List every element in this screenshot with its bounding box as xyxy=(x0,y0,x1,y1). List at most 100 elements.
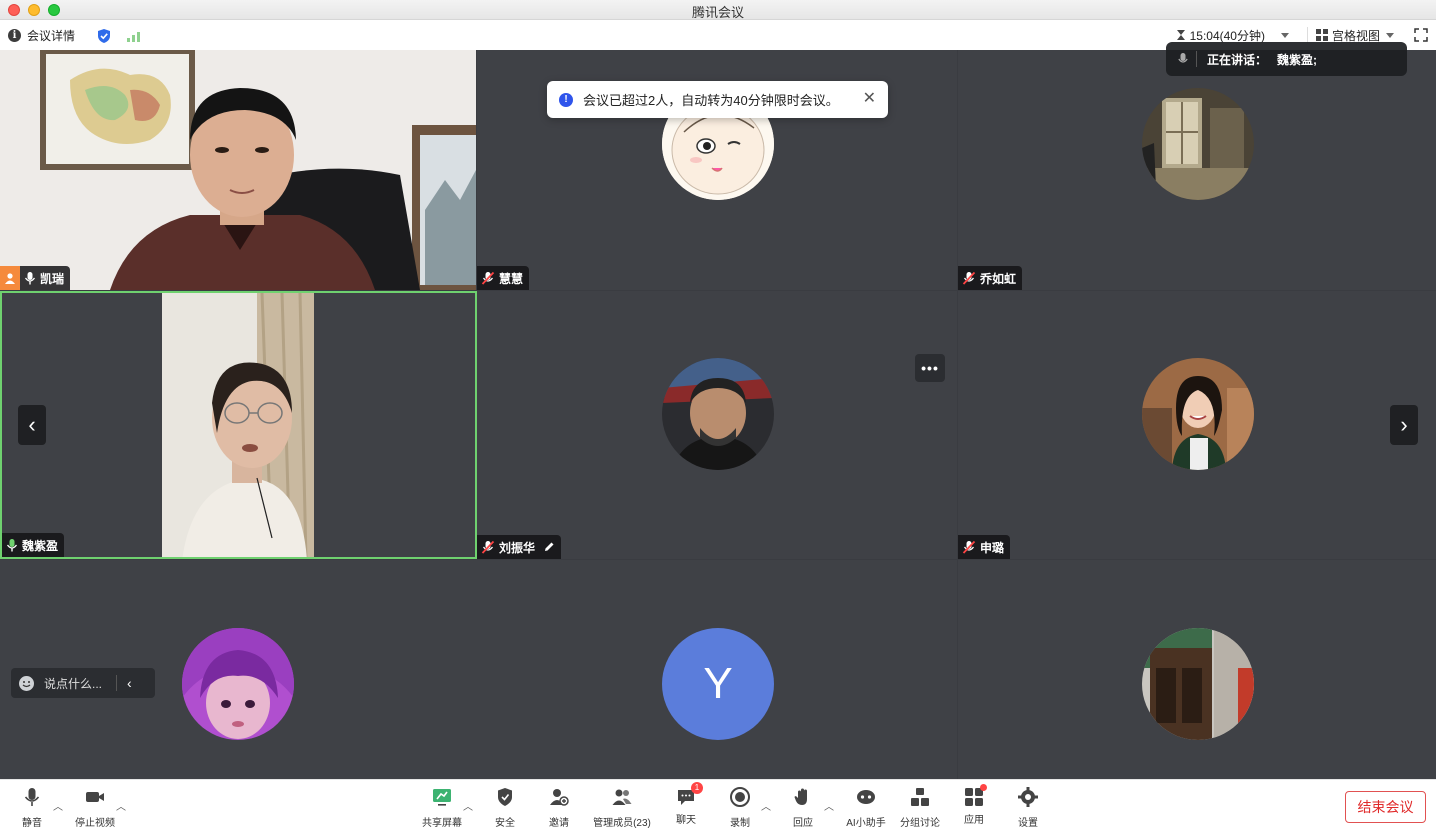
chat-placeholder[interactable]: 说点什么... xyxy=(44,675,102,692)
more-options-button[interactable]: ••• xyxy=(915,354,945,382)
speaking-indicator: 正在讲话： 魏紫盈; xyxy=(1166,42,1407,76)
chevron-up-icon[interactable]: ︿ xyxy=(463,798,473,813)
apps-button[interactable]: 应用 xyxy=(948,784,1000,826)
share-screen-icon xyxy=(433,789,451,806)
previous-page-button[interactable]: ‹ xyxy=(18,405,46,445)
participant-tile[interactable]: 凯瑞 xyxy=(0,50,476,290)
pencil-icon xyxy=(545,542,554,551)
security-shield-icon[interactable] xyxy=(97,28,111,44)
shield-icon xyxy=(498,788,512,806)
gear-icon xyxy=(1018,787,1038,807)
participant-tile[interactable]: 刘振华 xyxy=(477,291,957,559)
chat-button[interactable]: 1 聊天 xyxy=(660,782,712,826)
meeting-details-link[interactable]: 会议详情 xyxy=(27,27,75,44)
alert-icon: ! xyxy=(559,92,573,107)
speaking-name: 魏紫盈; xyxy=(1277,52,1318,67)
participant-nameplate: 刘振华 xyxy=(477,535,562,559)
window-title: 腾讯会议 xyxy=(691,5,744,20)
microphone-icon[interactable] xyxy=(24,271,36,285)
security-label: 安全 xyxy=(495,818,515,829)
chevron-down-icon xyxy=(1386,32,1394,38)
timer-text: 15:04(40分钟) xyxy=(1189,28,1265,43)
participant-nameplate: 申璐 xyxy=(958,535,1011,559)
participant-initial-avatar: Y xyxy=(662,628,774,740)
record-label: 录制 xyxy=(730,818,750,829)
stop-video-label: 停止视频 xyxy=(75,818,115,829)
apps-label: 应用 xyxy=(964,815,984,826)
close-icon[interactable]: ✕ xyxy=(863,90,876,108)
participant-tile-active-speaker[interactable]: 魏紫盈 xyxy=(0,291,477,559)
participant-video-feed xyxy=(0,50,476,290)
record-icon xyxy=(730,787,750,807)
participant-video-feed xyxy=(162,293,314,557)
meeting-toolbar: 静音 ︿ 停止视频 ︿ 共享屏幕 ︿ 安全 邀请 管理成员(23) 1 聊天 录… xyxy=(0,779,1436,829)
participant-name: 慧慧 xyxy=(499,271,524,286)
chat-label: 聊天 xyxy=(676,815,696,826)
participant-avatar xyxy=(1142,88,1254,200)
ai-assistant-button[interactable]: AI小助手 xyxy=(840,786,892,829)
security-button[interactable]: 安全 xyxy=(479,786,531,829)
end-meeting-button[interactable]: 结束会议 xyxy=(1345,791,1426,823)
speaking-label: 正在讲话： xyxy=(1207,52,1268,67)
invite-button[interactable]: 邀请 xyxy=(533,786,585,829)
participant-tile[interactable]: 乔如虹 xyxy=(958,50,1436,290)
next-page-button[interactable]: › xyxy=(1390,405,1418,445)
robot-icon xyxy=(857,790,875,804)
mute-button[interactable]: 静音 xyxy=(6,786,58,829)
participant-name: 刘振华 xyxy=(499,540,536,555)
settings-button[interactable]: 设置 xyxy=(1002,786,1054,829)
manage-members-button[interactable]: 管理成员(23) xyxy=(588,786,656,829)
view-mode-label: 宫格视图 xyxy=(1331,28,1380,43)
participant-name: 凯瑞 xyxy=(40,271,65,286)
breakout-rooms-icon xyxy=(911,788,929,806)
participant-nameplate: 乔如虹 xyxy=(958,266,1023,290)
chevron-up-icon[interactable]: ︿ xyxy=(824,798,834,813)
add-user-icon xyxy=(550,789,569,806)
chevron-up-icon[interactable]: ︿ xyxy=(53,798,63,813)
reactions-button[interactable]: 回应 xyxy=(777,786,829,829)
stop-video-button[interactable]: 停止视频 xyxy=(69,786,121,829)
video-camera-icon xyxy=(86,792,104,802)
chevron-up-icon[interactable]: ︿ xyxy=(761,798,771,813)
participant-avatar xyxy=(182,628,294,740)
participant-nameplate: 慧慧 xyxy=(477,266,530,290)
breakout-rooms-label: 分组讨论 xyxy=(900,818,940,829)
participant-tile[interactable]: 申璐 xyxy=(958,291,1436,559)
chevron-up-icon[interactable]: ︿ xyxy=(116,798,126,813)
participant-tile[interactable] xyxy=(958,560,1436,779)
participant-name: 乔如虹 xyxy=(980,271,1017,286)
breakout-rooms-button[interactable]: 分组讨论 xyxy=(894,786,946,829)
record-button[interactable]: 录制 xyxy=(714,786,766,829)
microphone-muted-icon[interactable] xyxy=(962,271,976,285)
microphone-muted-icon[interactable] xyxy=(481,540,495,554)
manage-members-label: 管理成员(23) xyxy=(593,818,651,829)
microphone-muted-icon[interactable] xyxy=(962,540,976,554)
emoji-icon[interactable] xyxy=(19,675,34,691)
participant-name: 魏紫盈 xyxy=(22,538,59,553)
invite-label: 邀请 xyxy=(549,818,569,829)
share-screen-button[interactable]: 共享屏幕 xyxy=(416,786,468,829)
view-mode-selector[interactable]: 宫格视图 xyxy=(1315,27,1394,44)
participant-nameplate: 魏紫盈 xyxy=(2,533,65,557)
share-screen-label: 共享屏幕 xyxy=(422,818,462,829)
chat-unread-badge: 1 xyxy=(691,782,703,794)
fullscreen-icon[interactable] xyxy=(1414,28,1428,42)
window-titlebar: 腾讯会议 xyxy=(0,0,1436,20)
participant-tile[interactable]: Y xyxy=(477,560,957,779)
limit-notification-toast: ! 会议已超过2人，自动转为40分钟限时会议。 ✕ xyxy=(547,81,888,118)
microphone-icon xyxy=(24,788,40,806)
microphone-speaking-icon[interactable] xyxy=(6,538,18,552)
chevron-down-icon xyxy=(1280,32,1289,38)
video-grid: 凯瑞 慧慧 乔如虹 魏紫盈 刘振华 申璐 Y ••• ‹ › 说点什么... ‹ xyxy=(0,50,1436,779)
settings-label: 设置 xyxy=(1018,818,1038,829)
participant-nameplate: 凯瑞 xyxy=(0,266,71,290)
meeting-timer[interactable]: 15:04(40分钟) xyxy=(1176,27,1289,44)
info-icon[interactable]: i xyxy=(8,29,21,42)
network-signal-icon[interactable] xyxy=(127,30,141,42)
collapse-chevron-icon[interactable]: ‹ xyxy=(127,675,132,691)
toast-message: 会议已超过2人，自动转为40分钟限时会议。 xyxy=(583,93,839,108)
quick-chat-input[interactable]: 说点什么... ‹ xyxy=(11,668,155,698)
microphone-muted-icon[interactable] xyxy=(481,271,495,285)
raise-hand-icon xyxy=(794,788,807,805)
participant-avatar xyxy=(1142,628,1254,740)
